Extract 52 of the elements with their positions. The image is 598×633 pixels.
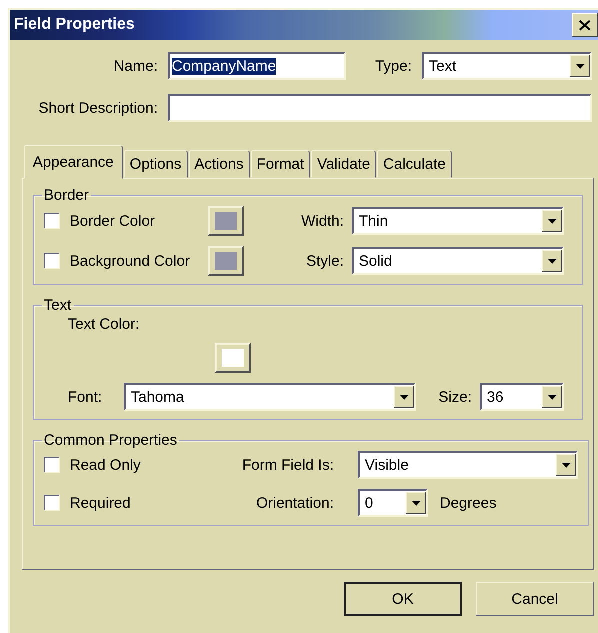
- caret-icon: [548, 218, 556, 224]
- group-title: Text: [43, 297, 73, 314]
- checkbox[interactable]: [44, 213, 60, 229]
- field-label: Name:: [112, 58, 158, 74]
- size-dropdown[interactable]: 36: [480, 383, 564, 411]
- close-icon: [579, 20, 591, 30]
- field-label: Width:: [300, 212, 345, 230]
- caret-icon: [548, 258, 556, 264]
- group-title: Common Properties: [43, 432, 178, 449]
- color-picker-button[interactable]: [208, 206, 244, 236]
- caret-icon: [562, 462, 570, 468]
- checkbox-label: Border Color: [70, 212, 156, 230]
- caret-icon: [412, 500, 420, 506]
- name-field[interactable]: CompanyName: [168, 52, 346, 80]
- group-title: Border: [43, 187, 90, 204]
- checkbox[interactable]: [44, 253, 60, 269]
- tab[interactable]: Options: [124, 150, 188, 178]
- field-label: Text Color:: [67, 316, 141, 333]
- window-title: Field Properties: [13, 16, 135, 34]
- checkbox[interactable]: [44, 457, 60, 473]
- style-dropdown[interactable]: Solid: [352, 247, 564, 275]
- caret-icon: [400, 394, 408, 400]
- orientation-dropdown[interactable]: 0: [358, 489, 428, 517]
- field-label: Style:: [305, 252, 345, 270]
- color-picker-button[interactable]: [208, 246, 244, 276]
- field-label: Form Field Is:: [241, 456, 335, 474]
- description-field[interactable]: [168, 94, 592, 122]
- caret-icon: [576, 64, 584, 68]
- field-label: Short Description:: [38, 100, 158, 116]
- type-dropdown[interactable]: Text: [422, 52, 592, 80]
- width-dropdown[interactable]: Thin: [352, 207, 564, 235]
- field-label: Orientation:: [255, 494, 335, 512]
- tab[interactable]: Actions: [188, 150, 250, 178]
- unit-label: Degrees: [439, 494, 498, 512]
- visibility-dropdown[interactable]: Visible: [358, 451, 578, 479]
- caret-icon: [548, 394, 556, 400]
- field-label: Font:: [67, 388, 104, 406]
- dialog-button[interactable]: OK: [344, 582, 462, 616]
- checkbox[interactable]: [44, 495, 60, 511]
- field-label: Type:: [374, 58, 412, 74]
- close-button[interactable]: [572, 13, 598, 37]
- font-dropdown[interactable]: Tahoma: [124, 383, 416, 411]
- tab[interactable]: Validate: [311, 150, 376, 178]
- field-label: Size:: [438, 388, 473, 406]
- tab[interactable]: Calculate: [377, 150, 452, 178]
- tab[interactable]: Format: [250, 150, 310, 178]
- dialog-button[interactable]: Cancel: [476, 582, 594, 616]
- checkbox-label: Required: [70, 494, 132, 512]
- tab[interactable]: Appearance: [24, 145, 123, 179]
- color-picker-button[interactable]: [215, 343, 251, 373]
- checkbox-label: Background Color: [70, 252, 192, 270]
- checkbox-label: Read Only: [70, 456, 142, 474]
